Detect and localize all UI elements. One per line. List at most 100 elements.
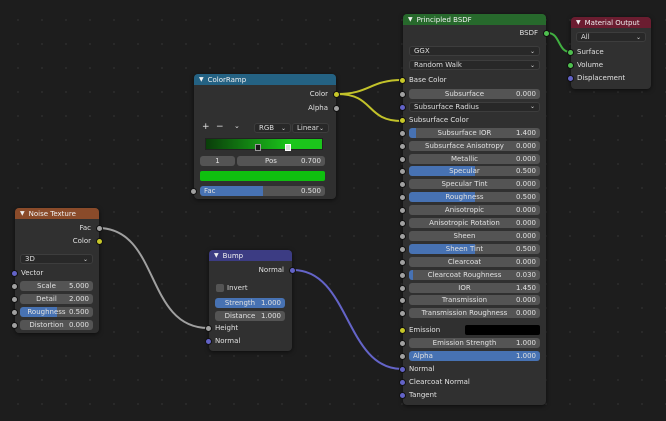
ramp-stop-handle-active[interactable] <box>285 144 291 151</box>
emission-strength-field[interactable]: Emission Strength 1.000 <box>409 338 540 348</box>
tangent-input-socket[interactable] <box>399 392 406 399</box>
bsdf-input-socket[interactable] <box>399 194 406 202</box>
bsdf-input-socket[interactable] <box>399 220 406 227</box>
principled-bsdf-header[interactable]: ▼ Principled BSDF <box>403 14 546 25</box>
fac-field[interactable]: Fac 0.500 <box>200 186 325 196</box>
bsdf-input-field[interactable]: Subsurface IOR 1.400 <box>409 127 540 138</box>
bsdf-input-socket[interactable] <box>399 168 406 176</box>
bsdf-input-socket[interactable] <box>399 271 406 279</box>
volume-input-socket[interactable] <box>567 62 574 69</box>
invert-checkbox[interactable] <box>216 284 224 292</box>
ramp-stop-handle[interactable] <box>255 144 261 151</box>
bump-node[interactable]: ▼ Bump Normal Invert Strength 1.000 Dista… <box>205 250 296 351</box>
color-output-socket[interactable] <box>333 91 340 98</box>
bsdf-input-socket[interactable] <box>399 129 406 137</box>
color-ramp-gradient[interactable] <box>205 138 323 150</box>
material-output-node[interactable]: ▼ Material Output All ⌄ Surface Volume Di… <box>567 17 651 89</box>
bsdf-input-socket[interactable] <box>399 142 406 150</box>
bsdf-input-field[interactable]: Sheen Tint 0.500 <box>409 243 540 254</box>
alpha-field[interactable]: Alpha 1.000 <box>409 351 540 361</box>
bsdf-output-socket[interactable] <box>543 30 550 37</box>
interpolation-dropdown[interactable]: Linear ⌄ <box>292 123 329 133</box>
bsdf-input-socket[interactable] <box>399 116 406 124</box>
distortion-input-socket[interactable] <box>11 322 18 329</box>
bsdf-input-field[interactable]: Subsurface 0.000 <box>409 89 540 99</box>
normal-input-socket[interactable] <box>205 338 212 345</box>
color-output-socket[interactable] <box>96 238 103 245</box>
bsdf-input-socket[interactable] <box>399 258 406 266</box>
bsdf-input-field[interactable]: Specular Tint 0.000 <box>409 179 540 190</box>
base-color-input-socket[interactable] <box>399 77 406 84</box>
bsdf-input-dropdown[interactable]: Subsurface Radius ⌄ <box>409 101 540 112</box>
collapse-chevron-icon[interactable]: ▼ <box>576 19 581 26</box>
detail-field[interactable]: Detail 2.000 <box>20 294 93 304</box>
bsdf-input-field[interactable]: Roughness 0.500 <box>409 192 540 203</box>
bsdf-input-socket[interactable] <box>399 245 406 253</box>
bsdf-input-socket[interactable] <box>399 310 406 318</box>
stop-index-field[interactable]: 1 <box>200 156 235 166</box>
bsdf-input-field[interactable]: Clearcoat Roughness 0.030 <box>409 269 540 280</box>
position-field[interactable]: Pos 0.700 <box>237 156 325 166</box>
add-stop-button[interactable]: + <box>202 122 210 132</box>
bump-header[interactable]: ▼ Bump <box>209 250 292 261</box>
normal-input-socket[interactable] <box>399 366 406 373</box>
emission-strength-input-socket[interactable] <box>399 340 406 347</box>
color-mode-dropdown[interactable]: RGB ⌄ <box>254 123 291 133</box>
target-dropdown[interactable]: All ⌄ <box>576 32 646 42</box>
noise-texture-node[interactable]: ▼ Noise Texture Fac Color 3D ⌄ Vector Sc… <box>11 208 103 333</box>
fac-output-socket[interactable] <box>96 225 103 232</box>
alpha-input-socket[interactable] <box>399 353 406 360</box>
noise-texture-header[interactable]: ▼ Noise Texture <box>15 208 99 219</box>
material-output-header[interactable]: ▼ Material Output <box>571 17 651 28</box>
bsdf-input-socket[interactable] <box>399 284 406 292</box>
bsdf-input-socket[interactable] <box>399 155 406 163</box>
surface-input-socket[interactable] <box>567 49 574 56</box>
scale-input-socket[interactable] <box>11 283 18 290</box>
bsdf-input-field[interactable]: Specular 0.500 <box>409 166 540 177</box>
chevron-down-icon[interactable]: ⌄ <box>234 122 240 130</box>
bsdf-input-field[interactable]: Transmission 0.000 <box>409 295 540 306</box>
stop-color-swatch[interactable] <box>200 171 325 181</box>
bsdf-input-socket[interactable] <box>399 207 406 215</box>
bsdf-input-field[interactable]: Subsurface Anisotropy 0.000 <box>409 140 540 151</box>
colorramp-header[interactable]: ▼ ColorRamp <box>194 74 336 85</box>
bsdf-input-field[interactable]: Clearcoat 0.000 <box>409 256 540 267</box>
strength-field[interactable]: Strength 1.000 <box>215 298 285 308</box>
collapse-chevron-icon[interactable]: ▼ <box>408 16 413 23</box>
roughness-input-socket[interactable] <box>11 309 18 316</box>
distribution-dropdown[interactable]: GGX ⌄ <box>409 46 540 56</box>
bsdf-input-field[interactable]: Sheen 0.000 <box>409 230 540 241</box>
bsdf-input-field[interactable]: Anisotropic Rotation 0.000 <box>409 218 540 228</box>
bsdf-input-field[interactable]: Metallic 0.000 <box>409 153 540 164</box>
remove-stop-button[interactable]: − <box>216 122 224 132</box>
bsdf-input-field[interactable]: Transmission Roughness 0.000 <box>409 308 540 319</box>
roughness-field[interactable]: Roughness 0.500 <box>20 307 93 317</box>
dimension-dropdown[interactable]: 3D ⌄ <box>20 254 93 264</box>
colorramp-node[interactable]: ▼ ColorRamp Color Alpha + − ⌄ RGB ⌄ Linea… <box>190 74 340 199</box>
bsdf-input-socket[interactable] <box>399 91 406 98</box>
bsdf-input-field[interactable]: Anisotropic 0.000 <box>409 205 540 216</box>
distance-field[interactable]: Distance 1.000 <box>215 311 285 321</box>
detail-input-socket[interactable] <box>11 296 18 303</box>
distortion-field[interactable]: Distortion 0.000 <box>20 320 93 330</box>
bsdf-input-socket[interactable] <box>399 297 406 305</box>
height-input-socket[interactable] <box>205 325 212 332</box>
bsdf-input-socket[interactable] <box>399 232 406 240</box>
bsdf-input-socket[interactable] <box>399 181 406 189</box>
principled-bsdf-node[interactable]: ▼ Principled BSDF BSDF GGX ⌄ Random Walk ⌄… <box>399 14 550 405</box>
normal-output-socket[interactable] <box>289 267 296 274</box>
fac-input-socket[interactable] <box>190 188 197 195</box>
collapse-chevron-icon[interactable]: ▼ <box>214 252 219 259</box>
emission-color-swatch[interactable] <box>465 325 540 335</box>
collapse-chevron-icon[interactable]: ▼ <box>199 76 204 83</box>
displacement-input-socket[interactable] <box>567 75 574 82</box>
scale-field[interactable]: Scale 5.000 <box>20 281 93 291</box>
emission-input-socket[interactable] <box>399 327 406 334</box>
clearcoat-normal-input-socket[interactable] <box>399 379 406 386</box>
bsdf-input-socket[interactable] <box>399 103 406 111</box>
collapse-chevron-icon[interactable]: ▼ <box>20 210 25 217</box>
bsdf-input-field[interactable]: IOR 1.450 <box>409 282 540 293</box>
subsurface-method-dropdown[interactable]: Random Walk ⌄ <box>409 60 540 70</box>
alpha-output-socket[interactable] <box>333 105 340 112</box>
vector-input-socket[interactable] <box>11 270 18 277</box>
